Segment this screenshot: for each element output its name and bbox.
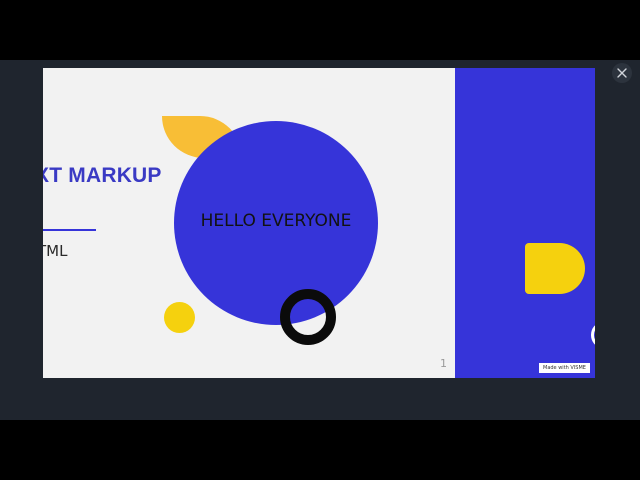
presentation-viewer: HELLO EVERYONE XT MARKUP TML 1 Made with…: [0, 60, 640, 420]
black-ring-shape: [280, 289, 336, 345]
close-icon: [617, 68, 627, 78]
slide-title: XT MARKUP: [43, 164, 162, 187]
next-slide-preview[interactable]: Made with VISME: [455, 68, 595, 378]
yellow-dot-shape: [164, 302, 195, 333]
white-ring-shape: [591, 323, 595, 347]
made-with-badge[interactable]: Made with VISME: [539, 363, 590, 373]
slide-subtitle: TML: [43, 242, 68, 260]
yellow-d-shape: [525, 243, 585, 294]
letterbox-bottom: [0, 420, 640, 480]
slide-page-number: 1: [440, 357, 447, 370]
close-button[interactable]: [612, 63, 632, 83]
title-underline: [43, 229, 96, 231]
slide-center-text: HELLO EVERYONE: [200, 211, 352, 231]
current-slide[interactable]: HELLO EVERYONE XT MARKUP TML 1: [43, 68, 455, 378]
letterbox-top: [0, 0, 640, 60]
